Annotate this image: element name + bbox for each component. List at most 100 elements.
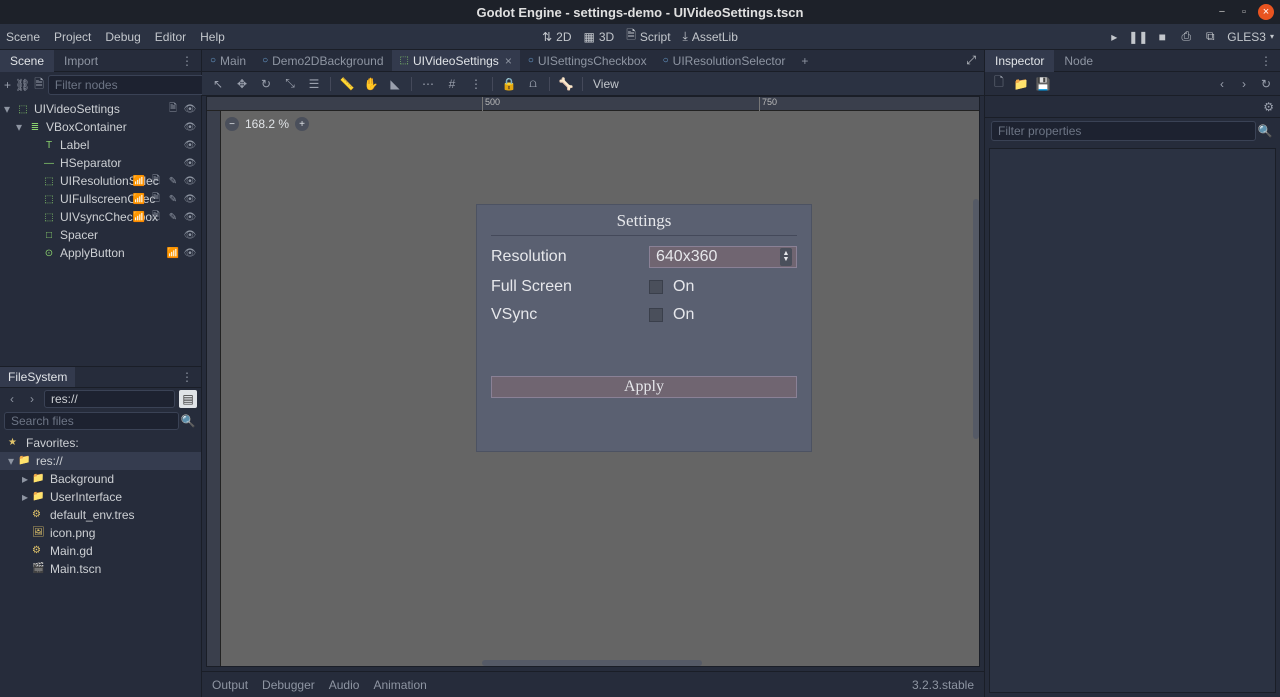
filesystem-search-input[interactable] [4,412,179,430]
bottom-output[interactable]: Output [212,678,248,692]
attach-script-icon[interactable]: 🗎 [34,76,44,94]
scene-tab[interactable]: ○Main [202,50,254,71]
grid-snap-icon[interactable]: # [442,74,462,94]
select-tool-icon[interactable]: ↖ [208,74,228,94]
tab-inspector[interactable]: Inspector [985,50,1054,72]
dock-menu-icon[interactable]: ⋮ [173,370,201,384]
zoom-in-icon[interactable]: + [295,117,309,131]
viewport[interactable]: 500 750 − 168.2 % + Settings Resolution … [206,96,980,667]
history-forward-icon[interactable]: › [1236,76,1252,92]
menu-debug[interactable]: Debug [105,30,140,44]
settings-sliders-icon[interactable]: ⚙ [1263,100,1274,114]
group-icon[interactable]: ⩍ [523,74,543,94]
add-tab-icon[interactable]: + [793,54,816,68]
workspace-assetlib[interactable]: ⤓AssetLib [683,26,738,47]
play-custom-icon[interactable]: ⧉ [1203,30,1217,44]
lock-icon[interactable]: 🔒 [499,74,519,94]
bone-icon[interactable]: 🦴 [556,74,576,94]
close-icon[interactable]: × [1258,4,1274,20]
eye-icon[interactable]: 👁 [183,192,197,206]
load-resource-icon[interactable]: 📁 [1013,76,1029,92]
filesystem-item[interactable]: ▸📁Background [0,470,201,488]
scene-tab[interactable]: ⬚UIVideoSettings× [392,50,520,71]
play-icon[interactable]: ▸ [1107,30,1121,44]
chevron-icon[interactable]: ▸ [22,490,32,504]
search-icon[interactable]: 🔍 [179,414,197,428]
eye-icon[interactable]: 👁 [183,228,197,242]
tree-node[interactable]: ▾⬚UIVideoSettings🗎👁 [0,100,201,118]
scene-tab[interactable]: ○Demo2DBackground [254,50,391,71]
menu-project[interactable]: Project [54,30,91,44]
history-icon[interactable]: ↻ [1258,76,1274,92]
ed-icon[interactable]: ✎ [166,192,180,206]
viewport-horizontal-scrollbar[interactable] [482,660,702,666]
move-tool-icon[interactable]: ✥ [232,74,252,94]
scene-filter-input[interactable] [48,75,217,95]
new-resource-icon[interactable]: 🗋 [991,76,1007,92]
eye-icon[interactable]: 👁 [183,174,197,188]
tab-scene[interactable]: Scene [0,50,54,72]
filesystem-item[interactable]: ⚙Main.gd [0,542,201,560]
bottom-audio[interactable]: Audio [329,678,360,692]
scene-tab[interactable]: ○UISettingsCheckbox [520,50,655,71]
distraction-free-icon[interactable]: ⤢ [958,53,984,68]
workspace-2d[interactable]: ⇅2D [542,26,571,47]
inspector-filter-input[interactable] [991,121,1256,141]
sc-icon[interactable]: 🗎 [149,192,163,206]
filesystem-tree[interactable]: ★Favorites: ▾📁res://▸📁Background▸📁UserIn… [0,432,201,697]
maximize-icon[interactable]: ▫ [1236,4,1252,20]
more-icon[interactable]: ⋮ [466,74,486,94]
filesystem-item[interactable]: ⚙default_env.tres [0,506,201,524]
menu-editor[interactable]: Editor [155,30,186,44]
filesystem-item[interactable]: 🎬Main.tscn [0,560,201,578]
link-icon[interactable]: ⛓ [15,76,30,94]
sig-icon[interactable]: 📶 [132,174,146,188]
tree-node[interactable]: ⊙ApplyButton📶👁 [0,244,201,262]
filesystem-item[interactable]: ▸📁UserInterface [0,488,201,506]
scene-tree[interactable]: ▾⬚UIVideoSettings🗎👁▾≣VBoxContainer👁TLabe… [0,98,201,366]
eye-icon[interactable]: 👁 [183,210,197,224]
eye-icon[interactable]: 👁 [183,156,197,170]
tree-node[interactable]: ⬚UIFullscreenChec📶🗎✎👁 [0,190,201,208]
tree-node[interactable]: ⬚UIResolutionSelec📶🗎✎👁 [0,172,201,190]
sc-icon[interactable]: 🗎 [166,102,180,116]
filesystem-item[interactable]: 🖼icon.png [0,524,201,542]
filesystem-item[interactable]: ▾📁res:// [0,452,201,470]
measure-icon[interactable]: ◣ [385,74,405,94]
zoom-out-icon[interactable]: − [225,117,239,131]
rotate-tool-icon[interactable]: ↻ [256,74,276,94]
eye-icon[interactable]: 👁 [183,246,197,260]
tree-node[interactable]: ▾≣VBoxContainer👁 [0,118,201,136]
scale-tool-icon[interactable]: ⤡ [280,74,300,94]
tree-node[interactable]: TLabel👁 [0,136,201,154]
tree-node[interactable]: ⬚UIVsyncCheckbox📶🗎✎👁 [0,208,201,226]
snap-icon[interactable]: ⋯ [418,74,438,94]
chevron-icon[interactable]: ▾ [8,454,18,468]
nav-back-icon[interactable]: ‹ [4,392,20,406]
ed-icon[interactable]: ✎ [166,174,180,188]
menu-help[interactable]: Help [200,30,225,44]
ed-icon[interactable]: ✎ [166,210,180,224]
chevron-icon[interactable]: ▾ [16,120,28,134]
toggle-grid-icon[interactable]: ▤ [179,390,197,408]
vsync-checkbox[interactable]: On [649,306,797,324]
menu-scene[interactable]: Scene [6,30,40,44]
filesystem-path[interactable]: res:// [44,390,175,408]
chevron-icon[interactable]: ▸ [22,472,32,486]
close-tab-icon[interactable]: × [505,54,512,68]
eye-icon[interactable]: 👁 [183,102,197,116]
ruler-tool-icon[interactable]: 📏 [337,74,357,94]
fullscreen-checkbox[interactable]: On [649,278,797,296]
apply-button[interactable]: Apply [491,376,797,398]
minimize-icon[interactable]: − [1214,4,1230,20]
nav-forward-icon[interactable]: › [24,392,40,406]
resolution-select[interactable]: 640x360 ▲▼ [649,246,797,268]
tree-node[interactable]: —HSeparator👁 [0,154,201,172]
eye-icon[interactable]: 👁 [183,120,197,134]
bottom-animation[interactable]: Animation [373,678,426,692]
list-select-icon[interactable]: ☰ [304,74,324,94]
viewport-vertical-scrollbar[interactable] [973,199,979,439]
tab-import[interactable]: Import [54,50,108,72]
eye-icon[interactable]: 👁 [183,138,197,152]
tree-node[interactable]: □Spacer👁 [0,226,201,244]
